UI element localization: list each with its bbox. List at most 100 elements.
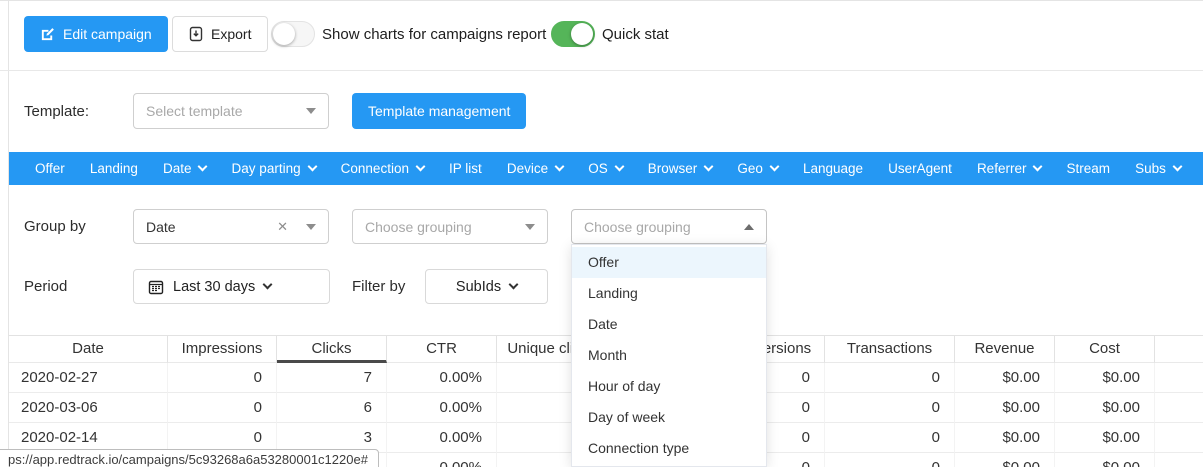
template-select-placeholder: Select template (146, 103, 298, 119)
chevron-down-icon (416, 162, 426, 172)
edit-campaign-label: Edit campaign (63, 26, 152, 42)
edit-campaign-button[interactable]: Edit campaign (24, 16, 168, 52)
cell-cost: $0.00 (1055, 363, 1155, 393)
tab-label: IP list (449, 161, 482, 176)
tab-useragent[interactable]: UserAgent (888, 161, 952, 176)
column-header-revenue[interactable]: Revenue (955, 336, 1055, 363)
dropdown-option-month[interactable]: Month (572, 340, 766, 371)
show-charts-toggle[interactable] (271, 21, 315, 47)
cell-cost: $0.00 (1055, 393, 1155, 423)
cell-impressions: 0 (168, 393, 277, 423)
tab-date[interactable]: Date (163, 161, 207, 176)
chevron-down-icon (704, 162, 714, 172)
template-management-button[interactable]: Template management (352, 93, 526, 129)
chevron-down-icon (509, 280, 519, 290)
column-header-clicks[interactable]: Clicks (277, 336, 387, 363)
export-label: Export (211, 26, 251, 42)
group-by-select-1[interactable]: Date ✕ (133, 209, 329, 244)
group-by-select-2[interactable]: Choose grouping (352, 209, 548, 244)
tab-day-parting[interactable]: Day parting (232, 161, 316, 176)
tab-label: Date (163, 161, 192, 176)
tab-label: OS (588, 161, 608, 176)
quick-stat-toggle[interactable] (551, 21, 595, 47)
chevron-down-icon (555, 162, 565, 172)
template-management-label: Template management (368, 103, 510, 119)
cell-profit (1155, 393, 1203, 423)
tab-label: Subs (1135, 161, 1166, 176)
cell-cost: $0.00 (1055, 453, 1155, 467)
toolbar-divider (0, 70, 1203, 71)
tab-landing[interactable]: Landing (90, 161, 138, 176)
chevron-down-icon (263, 280, 273, 290)
clear-icon[interactable]: ✕ (277, 219, 288, 235)
browser-status-url: ps://app.redtrack.io/campaigns/5c93268a6… (0, 449, 379, 467)
tab-ip-list[interactable]: IP list (449, 161, 482, 176)
tab-connection[interactable]: Connection (341, 161, 424, 176)
chevron-down-icon (1033, 162, 1043, 172)
column-header-date[interactable]: Date (9, 336, 168, 363)
dropdown-option-day-of-week[interactable]: Day of week (572, 402, 766, 433)
grouping-dropdown-menu: Offer Landing Date Month Hour of day Day… (571, 244, 767, 467)
cell-ctr: 0.00% (387, 423, 497, 453)
cell-ctr: 0.00% (387, 363, 497, 393)
tab-label: Geo (737, 161, 763, 176)
dropdown-option-offer[interactable]: Offer (572, 247, 766, 278)
template-select[interactable]: Select template (133, 93, 329, 129)
tab-referrer[interactable]: Referrer (977, 161, 1042, 176)
export-download-icon (189, 26, 203, 42)
dropdown-option-hour-of-day[interactable]: Hour of day (572, 371, 766, 402)
tab-subs[interactable]: Subs (1135, 161, 1181, 176)
cell-impressions: 0 (168, 363, 277, 393)
chevron-down-icon (306, 224, 316, 230)
tab-device[interactable]: Device (507, 161, 563, 176)
subids-filter-button[interactable]: SubIds (425, 269, 548, 304)
column-header-ctr[interactable]: CTR (387, 336, 497, 363)
cell-ctr: 0.00% (387, 453, 497, 467)
dropdown-option-landing[interactable]: Landing (572, 278, 766, 309)
column-header-transactions[interactable]: Transactions (825, 336, 955, 363)
page-top-border (0, 0, 1203, 1)
chevron-down-icon (1172, 162, 1182, 172)
toggle-knob (571, 23, 593, 45)
cell-transactions: 0 (825, 453, 955, 467)
tab-browser[interactable]: Browser (648, 161, 713, 176)
dropdown-option-connection-type[interactable]: Connection type (572, 433, 766, 464)
tab-label: Language (803, 161, 863, 176)
cell-profit (1155, 453, 1203, 467)
tab-os[interactable]: OS (588, 161, 623, 176)
export-button[interactable]: Export (172, 16, 268, 52)
tab-label: Referrer (977, 161, 1027, 176)
chevron-down-icon (198, 162, 208, 172)
column-header-cost[interactable]: Cost (1055, 336, 1155, 363)
cell-revenue: $0.00 (955, 363, 1055, 393)
subids-filter-value: SubIds (456, 279, 501, 295)
period-range-button[interactable]: Last 30 days (133, 269, 330, 304)
tab-geo[interactable]: Geo (737, 161, 778, 176)
group-by-select-1-value: Date (146, 219, 277, 235)
dropdown-option-date[interactable]: Date (572, 309, 766, 340)
cell-ctr: 0.00% (387, 393, 497, 423)
tab-offer[interactable]: Offer (35, 161, 65, 176)
cell-transactions: 0 (825, 423, 955, 453)
period-label: Period (24, 278, 67, 295)
column-header-profit[interactable]: Profit (1155, 336, 1203, 363)
calendar-icon (148, 279, 164, 295)
chevron-down-icon (307, 162, 317, 172)
group-by-select-3[interactable]: Choose grouping (571, 209, 767, 244)
tab-language[interactable]: Language (803, 161, 863, 176)
cell-transactions: 0 (825, 363, 955, 393)
cell-date: 2020-02-27 (9, 363, 168, 393)
cell-date: 2020-03-06 (9, 393, 168, 423)
quick-stat-label: Quick stat (602, 26, 669, 43)
column-header-impressions[interactable]: Impressions (168, 336, 277, 363)
edit-icon (40, 27, 55, 42)
tab-stream[interactable]: Stream (1067, 161, 1111, 176)
tab-label: Landing (90, 161, 138, 176)
tab-label: UserAgent (888, 161, 952, 176)
cell-revenue: $0.00 (955, 393, 1055, 423)
chevron-down-icon (614, 162, 624, 172)
tab-label: Day parting (232, 161, 301, 176)
report-tabs-bar: Offer Landing Date Day parting Connectio… (9, 152, 1203, 185)
tab-label: Device (507, 161, 548, 176)
chevron-down-icon (769, 162, 779, 172)
